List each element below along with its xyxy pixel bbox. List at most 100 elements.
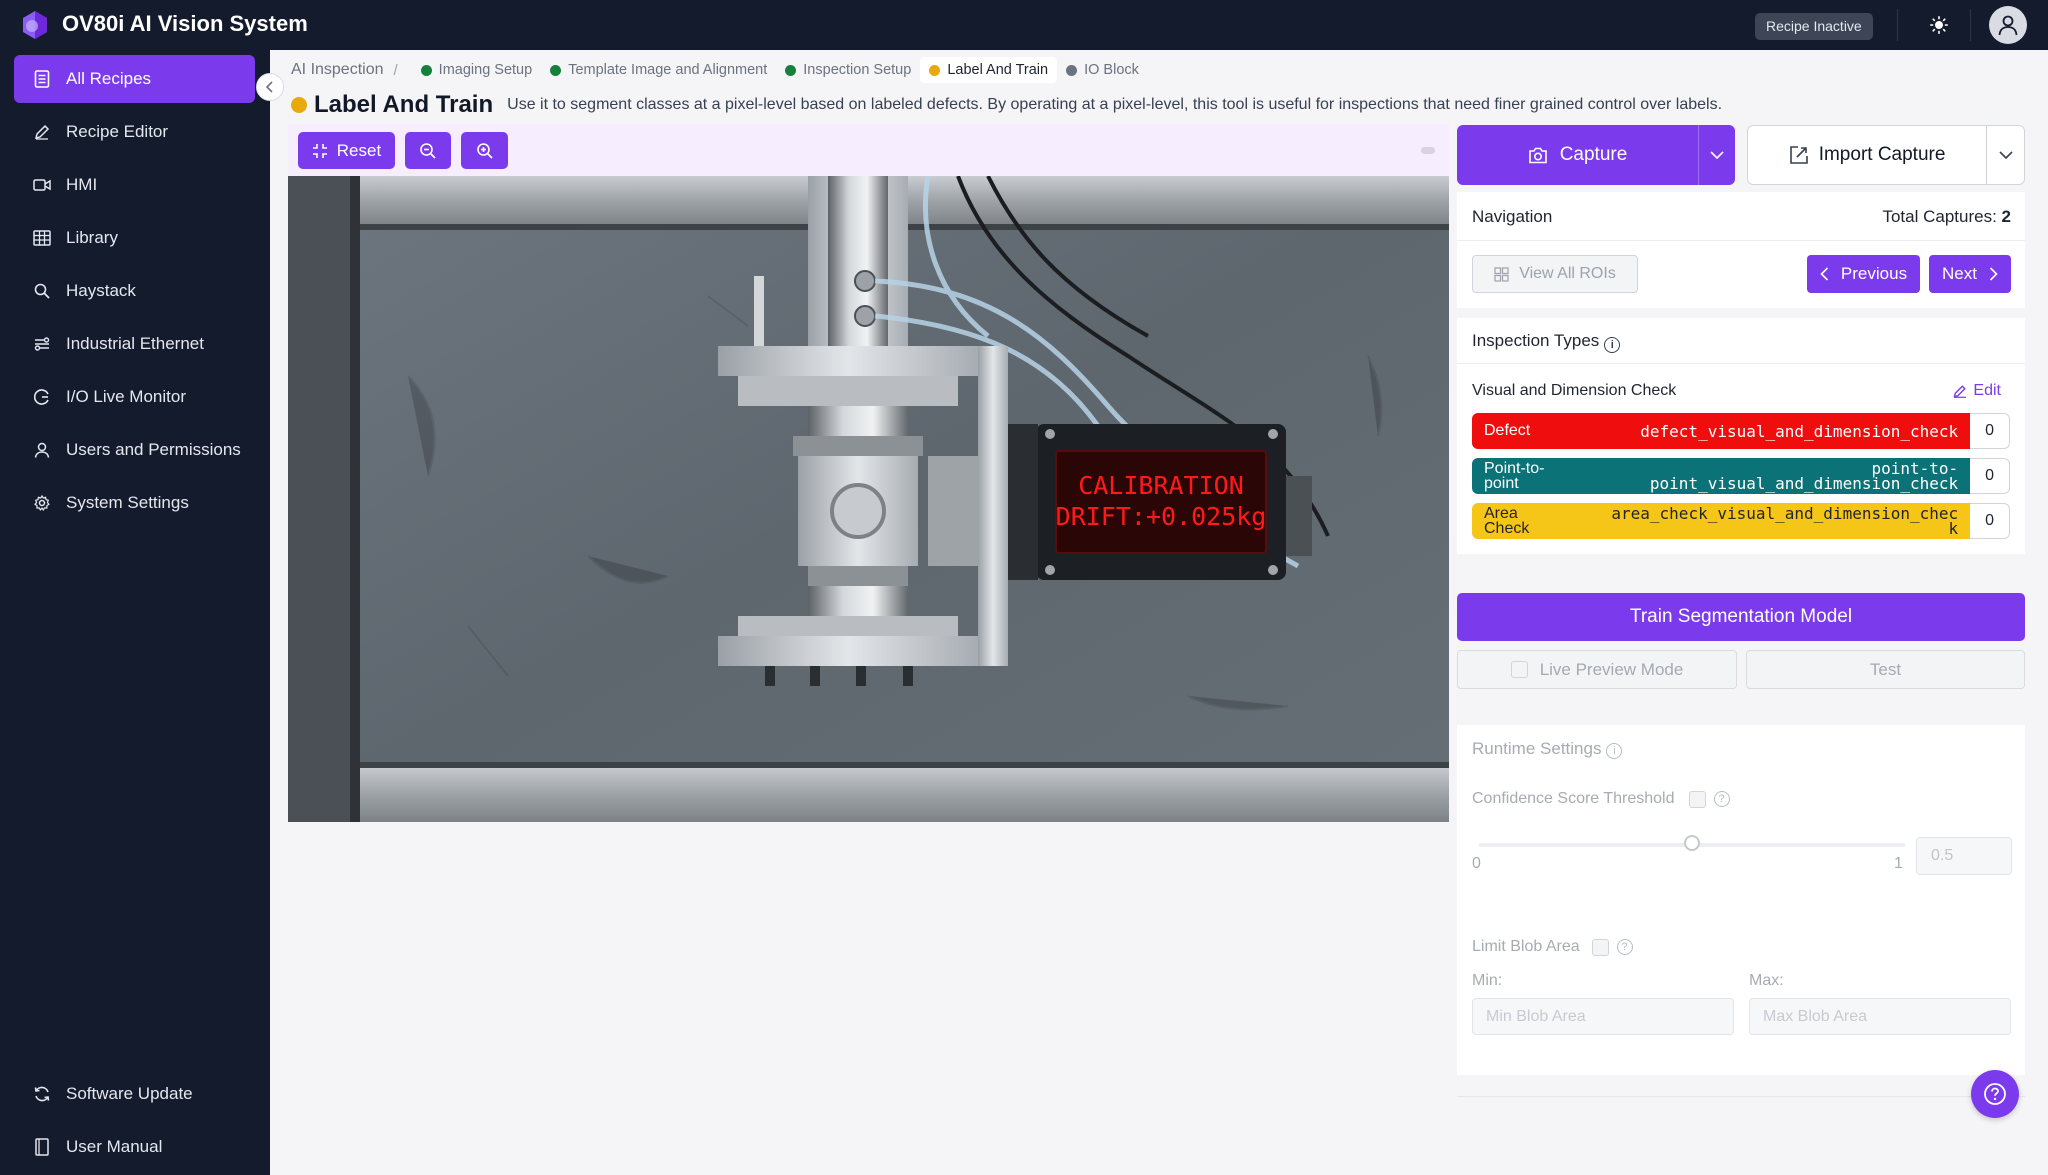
help-button[interactable] bbox=[1971, 1070, 2019, 1118]
live-preview-checkbox[interactable] bbox=[1510, 661, 1528, 678]
zoom-in-button[interactable] bbox=[461, 132, 508, 169]
sidebar-item-haystack[interactable]: Haystack bbox=[14, 267, 255, 315]
capture-dropdown-button[interactable] bbox=[1699, 125, 1735, 185]
page-header: Label And Train Use it to segment classe… bbox=[291, 90, 1722, 120]
book-icon bbox=[32, 1137, 52, 1157]
confidence-threshold-label: Confidence Score Threshold bbox=[1472, 790, 1675, 807]
grid-icon bbox=[1494, 266, 1509, 282]
sidebar-item-system-settings[interactable]: System Settings bbox=[14, 479, 255, 527]
runtime-settings-card: Runtime Settings i Confidence Score Thres… bbox=[1457, 725, 2025, 1075]
chevron-down-icon bbox=[1710, 150, 1724, 159]
inspection-types-title-text: Inspection Types bbox=[1472, 331, 1600, 350]
class-id: area_check_visual_and_dimension_chec k bbox=[1611, 504, 1959, 538]
inspection-types-title: Inspection Types i bbox=[1472, 331, 1621, 353]
confidence-threshold-input[interactable]: 0.5 bbox=[1916, 837, 2012, 875]
recipe-status-badge: Recipe Inactive bbox=[1755, 13, 1873, 40]
sidebar-collapse-button[interactable] bbox=[256, 73, 284, 101]
sidebar-item-hmi[interactable]: HMI bbox=[14, 161, 255, 209]
inspection-types-card: Inspection Types i Visual and Dimension C… bbox=[1457, 318, 2025, 554]
sidebar-item-recipe-editor[interactable]: Recipe Editor bbox=[14, 108, 255, 156]
status-dot bbox=[1066, 64, 1078, 76]
confidence-slider-thumb[interactable] bbox=[1684, 835, 1700, 851]
zoom-in-icon bbox=[476, 142, 493, 159]
test-button[interactable]: Test bbox=[1746, 650, 2025, 689]
previous-button[interactable]: Previous bbox=[1807, 255, 1920, 293]
sidebar-item-user-manual[interactable]: User Manual bbox=[14, 1123, 255, 1171]
view-all-rois-label: View All ROIs bbox=[1519, 265, 1616, 282]
limit-blob-area-checkbox[interactable] bbox=[1591, 938, 1609, 956]
class-chip[interactable]: Area Check area_check_visual_and_dimensi… bbox=[1472, 503, 1971, 539]
total-captures-label: Total Captures: bbox=[1882, 207, 1997, 226]
max-blob-area-input[interactable]: Max Blob Area bbox=[1749, 998, 2011, 1035]
import-capture-label: Import Capture bbox=[1818, 144, 1946, 165]
class-chip[interactable]: Defect defect_visual_and_dimension_check bbox=[1472, 413, 1971, 449]
next-button[interactable]: Next bbox=[1929, 255, 2011, 293]
reset-button[interactable]: Reset bbox=[298, 132, 395, 169]
train-segmentation-model-button[interactable]: Train Segmentation Model bbox=[1457, 593, 2025, 641]
import-capture-button[interactable]: Import Capture bbox=[1748, 126, 1988, 184]
confidence-threshold-checkbox[interactable] bbox=[1688, 790, 1706, 808]
divider bbox=[1457, 363, 2025, 364]
confidence-threshold-row: Confidence Score Threshold ? bbox=[1472, 790, 1730, 808]
grid-table-icon bbox=[32, 228, 52, 248]
breadcrumb-step-label: Template Image and Alignment bbox=[568, 62, 768, 78]
refresh-icon bbox=[32, 1084, 52, 1104]
sidebar-item-industrial-ethernet[interactable]: Industrial Ethernet bbox=[14, 320, 255, 368]
info-icon[interactable]: i bbox=[1604, 337, 1621, 353]
min-blob-area-input[interactable]: Min Blob Area bbox=[1472, 998, 1734, 1035]
check-name: Visual and Dimension Check bbox=[1472, 382, 1677, 399]
sidebar-item-label: Recipe Editor bbox=[66, 122, 169, 141]
question-circle-icon bbox=[1984, 1083, 2006, 1105]
sidebar-item-label: All Recipes bbox=[66, 69, 152, 88]
breadcrumb-root[interactable]: AI Inspection bbox=[291, 61, 384, 79]
class-row-defect[interactable]: Defect defect_visual_and_dimension_check… bbox=[1472, 413, 2010, 449]
next-label: Next bbox=[1942, 264, 1977, 283]
slider-min-label: 0 bbox=[1472, 855, 1481, 872]
chevron-down-icon bbox=[1998, 150, 2013, 159]
class-count: 0 bbox=[1970, 413, 2010, 449]
sidebar-item-library[interactable]: Library bbox=[14, 214, 255, 262]
live-preview-label: Live Preview Mode bbox=[1539, 659, 1684, 679]
chevron-left-icon bbox=[1820, 267, 1828, 281]
help-icon[interactable]: ? bbox=[1713, 791, 1730, 807]
import-icon bbox=[1789, 146, 1808, 164]
capture-image-canvas[interactable]: CALIBRATION DRIFT:+0.025kg bbox=[288, 176, 1449, 822]
sidebar-item-users-and-permissions[interactable]: Users and Permissions bbox=[14, 426, 255, 474]
class-chip[interactable]: Point-to- point point-to- point_visual_a… bbox=[1472, 458, 1971, 494]
breadcrumb-step-inspection-setup[interactable]: Inspection Setup bbox=[776, 57, 920, 83]
zoom-out-icon bbox=[420, 142, 436, 159]
class-row-area-check[interactable]: Area Check area_check_visual_and_dimensi… bbox=[1472, 503, 2010, 539]
capture-button[interactable]: Capture bbox=[1457, 125, 1699, 185]
sidebar-item-software-update[interactable]: Software Update bbox=[14, 1070, 255, 1118]
theme-toggle-button[interactable] bbox=[1920, 10, 1958, 40]
edit-button[interactable]: Edit bbox=[1953, 382, 2001, 400]
class-id: point-to- point_visual_and_dimension_che… bbox=[1649, 459, 1959, 493]
view-all-rois-button[interactable]: View All ROIs bbox=[1472, 255, 1638, 293]
user-menu-button[interactable] bbox=[1989, 6, 2027, 44]
sidebar-item-label: I/O Live Monitor bbox=[66, 387, 186, 406]
breadcrumb-step-template-image[interactable]: Template Image and Alignment bbox=[541, 57, 776, 83]
import-dropdown-button[interactable] bbox=[1987, 126, 2024, 184]
fit-screen-icon bbox=[312, 143, 327, 158]
breadcrumb-step-io-block[interactable]: IO Block bbox=[1057, 57, 1148, 83]
breadcrumb-step-imaging-setup[interactable]: Imaging Setup bbox=[412, 57, 542, 83]
pencil-icon bbox=[1953, 385, 1967, 398]
sidebar-item-all-recipes[interactable]: All Recipes bbox=[14, 55, 255, 103]
status-dot bbox=[929, 64, 941, 76]
breadcrumb: AI Inspection / Imaging Setup Template I… bbox=[291, 57, 1148, 83]
user-avatar-icon bbox=[1998, 15, 2018, 36]
live-preview-mode-toggle[interactable]: Live Preview Mode bbox=[1457, 650, 1737, 689]
limit-blob-area-label: Limit Blob Area bbox=[1472, 938, 1580, 955]
sidebar-item-label: HMI bbox=[66, 175, 98, 194]
sidebar-item-label: Software Update bbox=[66, 1084, 193, 1103]
zoom-out-button[interactable] bbox=[405, 132, 451, 169]
class-row-point-to-point[interactable]: Point-to- point point-to- point_visual_a… bbox=[1472, 458, 2010, 494]
sidebar-item-io-live-monitor[interactable]: I/O Live Monitor bbox=[14, 373, 255, 421]
pencil-icon bbox=[32, 122, 52, 142]
info-icon[interactable]: i bbox=[1606, 743, 1623, 759]
sun-icon bbox=[1930, 16, 1948, 34]
top-bar: OV80i AI Vision System Recipe Inactive bbox=[0, 0, 2048, 50]
breadcrumb-step-label-and-train[interactable]: Label And Train bbox=[920, 57, 1058, 83]
help-icon[interactable]: ? bbox=[1616, 939, 1633, 955]
logo-icon bbox=[23, 11, 47, 39]
